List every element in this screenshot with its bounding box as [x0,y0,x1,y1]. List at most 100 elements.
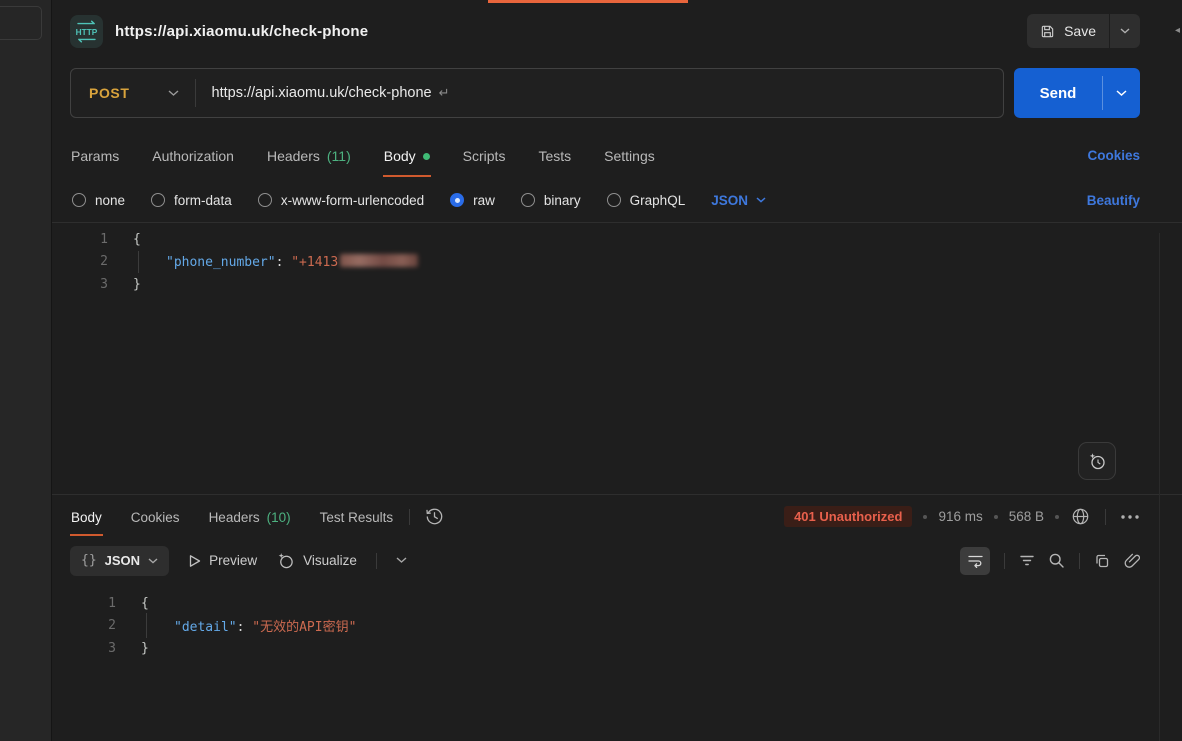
toolbar-chevron-down-icon[interactable] [396,557,407,564]
tab-headers[interactable]: Headers(11) [266,133,352,177]
radio-label: x-www-form-urlencoded [281,193,424,208]
wrap-text-icon[interactable] [960,547,990,575]
search-icon[interactable] [1048,552,1065,569]
body-format-value: JSON [711,193,748,208]
request-body-editor[interactable]: 1{2"phone_number": "+14133} [52,222,1182,494]
body-type-radio-x-www-form-urlencoded[interactable]: x-www-form-urlencoded [258,193,424,208]
token-string: "无效的API密钥" [252,620,356,635]
dot-separator [923,515,927,519]
postbot-sparkle-icon [1087,451,1107,471]
tab-tests[interactable]: Tests [537,133,572,177]
panel-collapse-arrow-icon[interactable]: ◂ [1175,25,1180,36]
tab-settings[interactable]: Settings [603,133,656,177]
filter-icon[interactable] [1019,554,1035,567]
tab-body[interactable]: Body [383,133,431,177]
dot-separator [1055,515,1059,519]
method-selector[interactable]: POST [89,85,130,101]
url-return-symbol: ↵ [439,85,450,101]
active-request-tab-indicator [488,0,688,3]
body-type-radio-form-data[interactable]: form-data [151,193,232,208]
response-tab-body[interactable]: Body [70,497,103,536]
sparkle-circle-icon [276,551,295,570]
response-time[interactable]: 916 ms [938,509,982,524]
response-size[interactable]: 568 B [1009,509,1044,524]
cookies-link[interactable]: Cookies [1087,148,1140,163]
method-caret-icon[interactable] [168,90,179,97]
response-format-select[interactable]: {} JSON [70,546,169,576]
response-history-icon[interactable] [425,507,444,526]
response-tab-headers[interactable]: Headers (10) [208,497,292,536]
response-format-value: JSON [105,553,140,568]
tab-label: Headers [209,510,260,525]
code-line: 1{ [52,228,1182,251]
left-sidebar [0,0,52,741]
body-type-radio-raw[interactable]: raw [450,193,495,208]
tab-params[interactable]: Params [70,133,120,177]
request-title: https://api.xiaomu.uk/check-phone [115,23,368,40]
radio-circle-icon [258,193,272,207]
response-tab-cookies[interactable]: Cookies [130,497,181,536]
indent-guide [146,613,147,638]
preview-button[interactable]: Preview [188,553,257,568]
copy-icon[interactable] [1094,553,1110,569]
code-tokens: { [141,596,149,611]
svg-text:HTTP: HTTP [76,27,98,37]
response-action-icons [960,547,1140,575]
response-tabs: Body Cookies Headers (10) Test Results [70,497,394,536]
response-body-viewer[interactable]: 1{2"detail": "无效的API密钥"3} [52,583,1182,741]
token-key: "detail" [174,620,237,635]
line-number: 1 [52,596,116,611]
request-tabs-row: Params Authorization Headers(11) Body Script… [52,132,1182,178]
request-url-row: POST https://api.xiaomu.uk/check-phone ↵… [52,62,1182,132]
dot-separator [994,515,998,519]
beautify-link[interactable]: Beautify [1087,193,1140,208]
code-line: 3} [52,637,1182,660]
link-icon[interactable] [1123,552,1140,569]
tab-scripts[interactable]: Scripts [462,133,507,177]
line-number: 1 [52,232,108,247]
response-tab-test-results[interactable]: Test Results [319,497,395,536]
tab-label: Test Results [320,510,394,525]
postbot-button[interactable] [1078,442,1116,480]
tab-label: Authorization [152,148,234,164]
tab-label: Scripts [463,148,506,164]
network-globe-icon[interactable] [1070,506,1091,527]
code-content: } [108,277,141,292]
radio-circle-icon [450,193,464,207]
line-number: 2 [52,618,116,633]
radio-circle-icon [151,193,165,207]
request-panel: HTTP https://api.xiaomu.uk/check-phone S… [52,0,1182,741]
response-toolbar: {} JSON Preview Visualize [52,538,1182,583]
preview-label: Preview [209,553,257,568]
body-type-radio-graphql[interactable]: GraphQL [607,193,686,208]
body-type-radios: none form-data x-www-form-urlencoded raw bin… [72,193,685,208]
token-string: "+1413 [291,255,338,270]
body-type-radio-binary[interactable]: binary [521,193,581,208]
url-input[interactable]: https://api.xiaomu.uk/check-phone [212,85,432,101]
status-badge[interactable]: 401 Unauthorized [784,506,912,527]
code-tokens: { [133,232,141,247]
visualize-button[interactable]: Visualize [276,551,357,570]
send-options-caret[interactable] [1103,68,1140,118]
more-options-icon[interactable] [1120,514,1140,520]
code-tokens: "phone_number": "+1413 [166,255,418,270]
send-button[interactable]: Send [1014,68,1102,118]
tab-count-badge: (10) [267,510,291,525]
body-format-select[interactable]: JSON [711,193,766,208]
save-icon [1040,24,1055,39]
code-content: } [116,641,149,656]
save-options-caret[interactable] [1110,14,1140,48]
play-icon [188,554,201,568]
chevron-down-icon [148,558,158,564]
token-brace: { [141,596,149,611]
radio-label: raw [473,193,495,208]
tab-authorization[interactable]: Authorization [151,133,235,177]
radio-label: none [95,193,125,208]
token-brace: } [141,641,149,656]
response-panel: Body Cookies Headers (10) Test Results 401 U… [52,494,1182,741]
response-status-cluster: 401 Unauthorized 916 ms 568 B [784,506,1140,527]
token-plain: : [276,255,292,270]
body-type-radio-none[interactable]: none [72,193,125,208]
http-method-icon: HTTP [70,15,103,48]
save-button[interactable]: Save [1027,14,1109,48]
